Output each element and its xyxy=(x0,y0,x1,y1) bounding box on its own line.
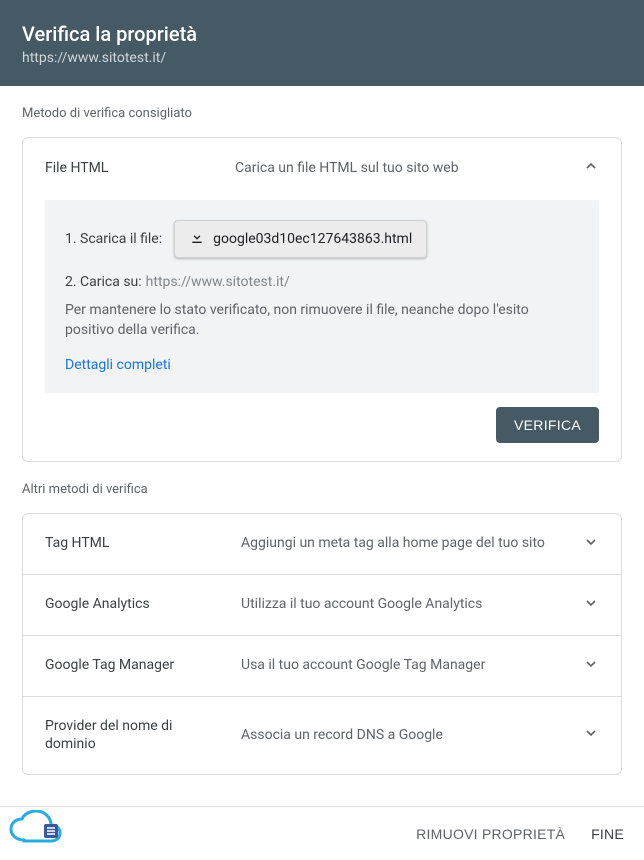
done-button[interactable]: FINE xyxy=(591,826,624,842)
chevron-up-icon[interactable] xyxy=(583,158,599,178)
other-methods-list: Tag HTML Aggiungi un meta tag alla home … xyxy=(22,513,622,776)
verification-note: Per mantenere lo stato verificato, non r… xyxy=(65,300,579,341)
dialog-url: https://www.sitotest.it/ xyxy=(22,50,622,66)
method-desc: Carica un file HTML sul tuo sito web xyxy=(235,160,563,176)
remove-property-button[interactable]: RIMUOVI PROPRIETÀ xyxy=(416,826,565,842)
method-item-dns-provider[interactable]: Provider del nome di dominio Associa un … xyxy=(23,697,621,775)
method-desc: Usa il tuo account Google Tag Manager xyxy=(241,656,563,675)
verify-button[interactable]: VERIFICA xyxy=(496,407,599,443)
method-name: Google Tag Manager xyxy=(45,656,221,675)
method-name: Google Analytics xyxy=(45,595,221,614)
step-2-label: 2. Carica su: xyxy=(65,274,142,290)
method-desc: Aggiungi un meta tag alla home page del … xyxy=(241,534,563,553)
method-item-google-tag-manager[interactable]: Google Tag Manager Usa il tuo account Go… xyxy=(23,636,621,697)
download-file-button[interactable]: google03d10ec127643863.html xyxy=(174,220,427,258)
chevron-down-icon xyxy=(583,595,599,615)
method-desc: Associa un record DNS a Google xyxy=(241,726,563,745)
step-1-label: 1. Scarica il file: xyxy=(65,231,162,247)
method-name: Tag HTML xyxy=(45,534,221,553)
method-desc: Utilizza il tuo account Google Analytics xyxy=(241,595,563,614)
chevron-down-icon xyxy=(583,725,599,745)
download-filename: google03d10ec127643863.html xyxy=(213,231,412,247)
recommended-method-card: File HTML Carica un file HTML sul tuo si… xyxy=(22,137,622,462)
other-methods-section-label: Altri metodi di verifica xyxy=(22,462,622,513)
cloud-logo-icon xyxy=(6,810,66,854)
instructions-panel: 1. Scarica il file: google03d10ec1276438… xyxy=(45,200,599,393)
step-2-url: https://www.sitotest.it/ xyxy=(146,274,290,290)
chevron-down-icon xyxy=(583,656,599,676)
dialog-title: Verifica la proprietà xyxy=(22,22,622,46)
method-name: File HTML xyxy=(45,160,215,176)
step-2: 2. Carica su: https://www.sitotest.it/ xyxy=(65,274,579,290)
method-item-html-tag[interactable]: Tag HTML Aggiungi un meta tag alla home … xyxy=(23,514,621,575)
recommended-method-header[interactable]: File HTML Carica un file HTML sul tuo si… xyxy=(45,158,599,178)
recommended-section-label: Metodo di verifica consigliato xyxy=(22,86,622,137)
method-item-google-analytics[interactable]: Google Analytics Utilizza il tuo account… xyxy=(23,575,621,636)
chevron-down-icon xyxy=(583,534,599,554)
dialog-header: Verifica la proprietà https://www.sitote… xyxy=(0,0,644,86)
step-1: 1. Scarica il file: google03d10ec1276438… xyxy=(65,220,579,258)
download-icon xyxy=(189,229,205,249)
dialog-footer: RIMUOVI PROPRIETÀ FINE xyxy=(0,806,644,860)
method-name: Provider del nome di dominio xyxy=(45,717,221,755)
full-details-link[interactable]: Dettagli completi xyxy=(65,357,579,373)
